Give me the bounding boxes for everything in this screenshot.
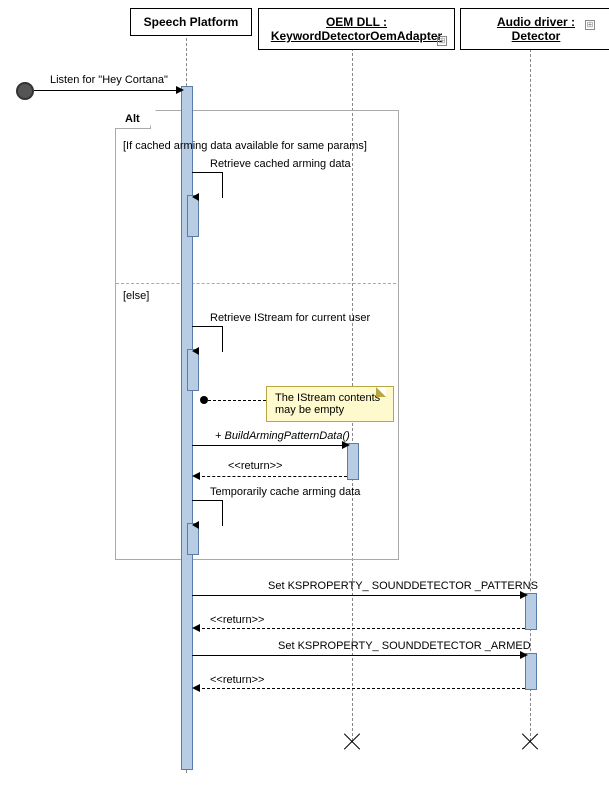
msg-set-armed: Set KSPROPERTY_ SOUNDDETECTOR _ARMED [278, 640, 531, 652]
arrowhead-set-patterns [520, 591, 528, 599]
self-arrow-3 [192, 521, 199, 529]
note-anchor-dot [200, 396, 208, 404]
msg-temp-cache: Temporarily cache arming data [210, 486, 360, 498]
alt-guard-cached: [If cached arming data available for sam… [123, 140, 367, 152]
expand-icon: ⊞ [585, 20, 595, 30]
alt-guard-else: [else] [123, 290, 149, 302]
arrowhead-return-armed [192, 684, 200, 692]
arrowhead-set-armed [520, 651, 528, 659]
arrow-build-arming [192, 445, 347, 446]
arrowhead-initial [176, 86, 184, 94]
msg-return-build: <<return>> [228, 460, 282, 472]
participant-speech-platform: Speech Platform [130, 8, 252, 36]
arrowhead-return-build [192, 472, 200, 480]
note-connector [208, 400, 266, 401]
msg-retrieve-cached: Retrieve cached arming data [210, 158, 351, 170]
msg-return-armed: <<return>> [210, 674, 264, 686]
expand-icon: ⊞ [437, 36, 447, 46]
alt-operator-label: Alt [115, 110, 151, 129]
arrow-return-patterns [197, 628, 525, 629]
note-istream-empty: The IStream contents may be empty [266, 386, 394, 422]
msg-build-arming: + BuildArmingPatternData() [215, 430, 350, 442]
alt-divider [116, 283, 396, 284]
arrow-set-patterns [192, 595, 525, 596]
msg-set-patterns: Set KSPROPERTY_ SOUNDDETECTOR _PATTERNS [268, 580, 538, 592]
arrow-set-armed [192, 655, 525, 656]
arrow-return-build [197, 476, 347, 477]
participant-oem-dll: OEM DLL : KeywordDetectorOemAdapter [258, 8, 455, 50]
arrowhead-return-patterns [192, 624, 200, 632]
destroy-audio-driver [522, 733, 538, 749]
lifeline-audio-driver [530, 34, 531, 741]
arrow-return-armed [197, 688, 525, 689]
destroy-oem-dll [344, 733, 360, 749]
self-arrow-1 [192, 193, 199, 201]
self-arrow-2 [192, 347, 199, 355]
start-node [16, 82, 34, 100]
msg-return-patterns: <<return>> [210, 614, 264, 626]
activation-istream [187, 349, 199, 391]
arrow-initial [34, 90, 181, 91]
arrowhead-build-arming [342, 441, 350, 449]
msg-retrieve-istream: Retrieve IStream for current user [210, 312, 370, 324]
activation-cached [187, 195, 199, 237]
note-fold-icon [376, 387, 386, 397]
msg-listen: Listen for "Hey Cortana" [50, 74, 168, 86]
